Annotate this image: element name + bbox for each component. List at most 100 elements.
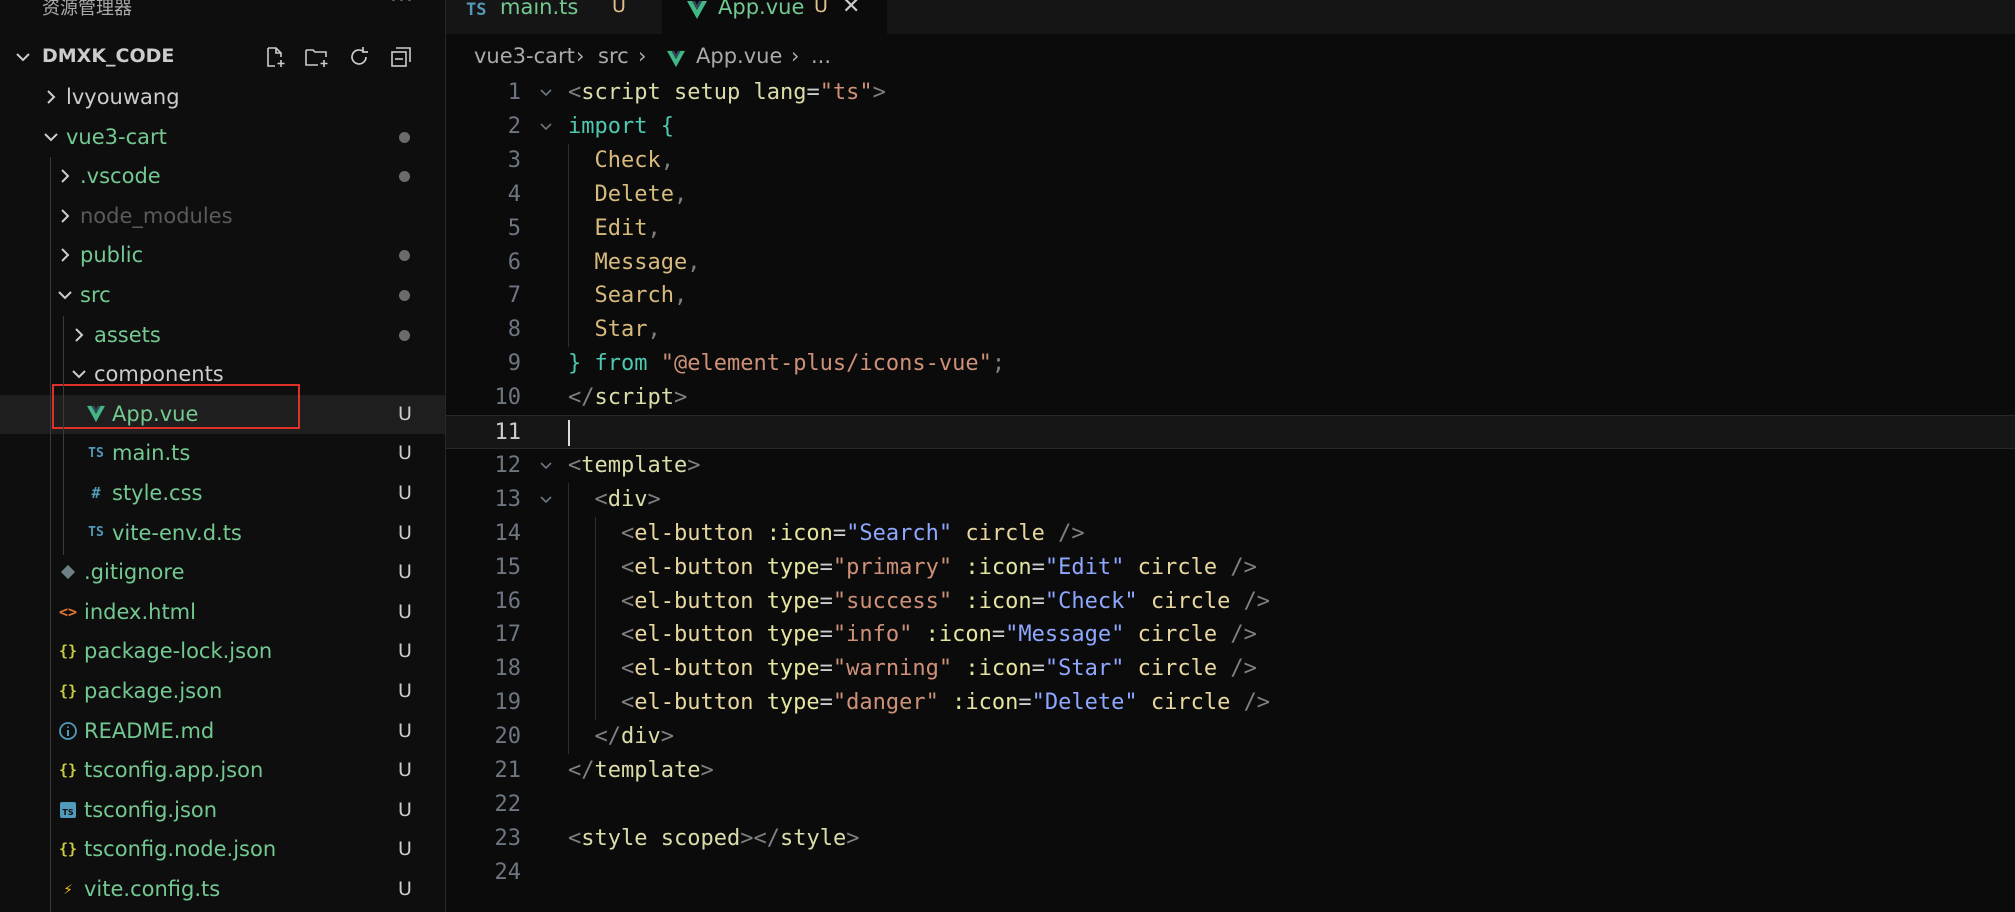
new-folder-icon[interactable] [302, 42, 332, 72]
code-line[interactable]: 3 Check, [446, 144, 2015, 178]
tree-item-style-css[interactable]: # style.css U [0, 474, 445, 513]
code-line[interactable]: 12 <template> [446, 449, 2015, 483]
tree-item-src[interactable]: src [0, 276, 445, 315]
chevron-right-icon [61, 169, 70, 183]
line-number: 22 [494, 791, 522, 817]
fold-chevron-icon[interactable] [538, 458, 554, 474]
code-text: Edit, [568, 215, 661, 241]
tree-item-tsconfig-app-json[interactable]: {} tsconfig.app.json U [0, 751, 445, 790]
git-status-badge: U [398, 561, 412, 584]
code-line[interactable]: 5 Edit, [446, 212, 2015, 246]
breadcrumb-item-more[interactable]: ... [811, 44, 831, 68]
tree-item-index-html[interactable]: <> index.html U [0, 593, 445, 632]
git-status-badge: U [398, 402, 412, 425]
code-text: Star, [568, 317, 661, 343]
tree-item-tsconfig-json[interactable]: TS tsconfig.json U [0, 791, 445, 830]
tree-item-main-ts[interactable]: TS main.ts U [0, 434, 445, 473]
tab-main-ts[interactable]: TS main.ts U [466, 0, 676, 34]
info-file-icon [57, 720, 79, 742]
workspace-section-header[interactable]: DMXK_CODE [0, 40, 445, 74]
line-number: 6 [507, 249, 521, 275]
tree-item-node-modules[interactable]: node_modules [0, 197, 445, 236]
tree-item-vite-config-ts[interactable]: ⚡ vite.config.ts U [0, 870, 445, 909]
code-line[interactable]: 8 Star, [446, 313, 2015, 347]
line-number: 23 [494, 825, 522, 851]
tree-item-vscode[interactable]: .vscode [0, 157, 445, 196]
breadcrumb-separator: › [638, 44, 647, 68]
tree-item-vue3-cart[interactable]: vue3-cart [0, 118, 445, 157]
breadcrumb-item-src[interactable]: src [598, 44, 629, 68]
tab-label: main.ts [500, 0, 579, 19]
tree-item-label: package.json [84, 679, 223, 703]
line-number: 12 [494, 452, 522, 478]
indent-guide [595, 516, 597, 721]
tree-item-package-lock-json[interactable]: {} package-lock.json U [0, 632, 445, 671]
code-text: </div> [568, 724, 674, 750]
tree-item-vite-env-d-ts[interactable]: TS vite-env.d.ts U [0, 514, 445, 553]
refresh-icon[interactable] [344, 42, 374, 72]
tree-item-package-json[interactable]: {} package.json U [0, 672, 445, 711]
json-file-icon: {} [58, 682, 78, 700]
code-line[interactable]: 6 Message, [446, 246, 2015, 280]
line-number: 15 [494, 554, 522, 580]
code-text: Search, [568, 283, 688, 309]
code-line[interactable]: 16 <el-button type="success" :icon="Chec… [446, 585, 2015, 619]
new-file-icon[interactable] [260, 42, 290, 72]
code-line[interactable]: 7 Search, [446, 279, 2015, 313]
fold-chevron-icon[interactable] [538, 119, 554, 135]
fold-chevron-icon[interactable] [538, 85, 554, 101]
code-line[interactable]: 13 <div> [446, 483, 2015, 517]
code-line[interactable]: 23 <style scoped></style> [446, 822, 2015, 856]
code-line[interactable]: 21 </template> [446, 754, 2015, 788]
fold-chevron-icon[interactable] [538, 492, 554, 508]
code-line[interactable]: 22 [446, 788, 2015, 822]
git-status-badge: U [398, 798, 412, 821]
tab-app-vue[interactable]: App.vue U ✕ [662, 0, 887, 34]
ts-file-icon: TS [88, 525, 104, 541]
tree-item-readme-md[interactable]: README.md U [0, 712, 445, 751]
line-number: 1 [507, 80, 521, 105]
chevron-right-icon [61, 209, 70, 223]
code-editor[interactable]: 1 <script setup lang="ts"> 2 import {3 Chec… [446, 76, 2015, 912]
code-line[interactable]: 20 </div> [446, 720, 2015, 754]
more-actions-icon[interactable]: ··· [390, 0, 414, 13]
tree-item-label: tsconfig.node.json [84, 837, 277, 862]
tree-item-label: .gitignore [84, 560, 185, 585]
tree-item-public[interactable]: public [0, 236, 445, 275]
code-line[interactable]: 17 <el-button type="info" :icon="Message… [446, 618, 2015, 652]
code-line[interactable]: 9} from "@element-plus/icons-vue"; [446, 347, 2015, 381]
tree-item-tsconfig-node-json[interactable]: {} tsconfig.node.json U [0, 830, 445, 869]
code-line[interactable]: 14 <el-button :icon="Search" circle /> [446, 517, 2015, 551]
breadcrumb-item-app-vue[interactable]: App.vue [696, 44, 782, 68]
code-line[interactable]: 1 <script setup lang="ts"> [446, 76, 2015, 110]
code-line[interactable]: 10 </script> [446, 381, 2015, 415]
code-line[interactable]: 19 <el-button type="danger" :icon="Delet… [446, 686, 2015, 720]
tree-item-assets[interactable]: assets [0, 316, 445, 355]
code-line[interactable]: 24 [446, 856, 2015, 890]
tree-item-label: vite-env.d.ts [112, 520, 242, 545]
html-file-icon: <> [58, 602, 78, 621]
chevron-down-icon [58, 291, 72, 300]
code-text: <el-button type="primary" :icon="Edit" c… [568, 554, 1257, 580]
code-text: <script setup lang="ts"> [568, 80, 886, 105]
code-line[interactable]: 2 import { [446, 110, 2015, 144]
code-line[interactable]: 4 Delete, [446, 178, 2015, 212]
code-line[interactable]: 18 <el-button type="warning" :icon="Star… [446, 652, 2015, 686]
tree-item-label: vite.config.ts [84, 877, 221, 901]
code-line[interactable]: 11 [446, 415, 2015, 449]
code-text: </template> [568, 758, 714, 783]
tree-item-label: public [80, 243, 144, 268]
tree-item-gitignore[interactable]: .gitignore U [0, 553, 445, 592]
code-text: } from "@element-plus/icons-vue"; [568, 351, 1006, 377]
vite-file-icon: ⚡ [63, 880, 73, 898]
typescript-icon: TS [466, 0, 487, 20]
close-icon[interactable]: ✕ [842, 0, 860, 19]
breadcrumb-item-vue3-cart[interactable]: vue3-cart [474, 44, 575, 68]
tree-item-lvyouwang[interactable]: lvyouwang [0, 78, 445, 117]
code-text: Delete, [568, 181, 688, 207]
code-text: Message, [568, 249, 701, 275]
breadcrumb: vue3-cart › src › App.vue › ... [446, 40, 2015, 74]
collapse-all-icon[interactable] [386, 42, 416, 72]
line-number: 24 [494, 859, 522, 885]
code-line[interactable]: 15 <el-button type="primary" :icon="Edit… [446, 551, 2015, 585]
